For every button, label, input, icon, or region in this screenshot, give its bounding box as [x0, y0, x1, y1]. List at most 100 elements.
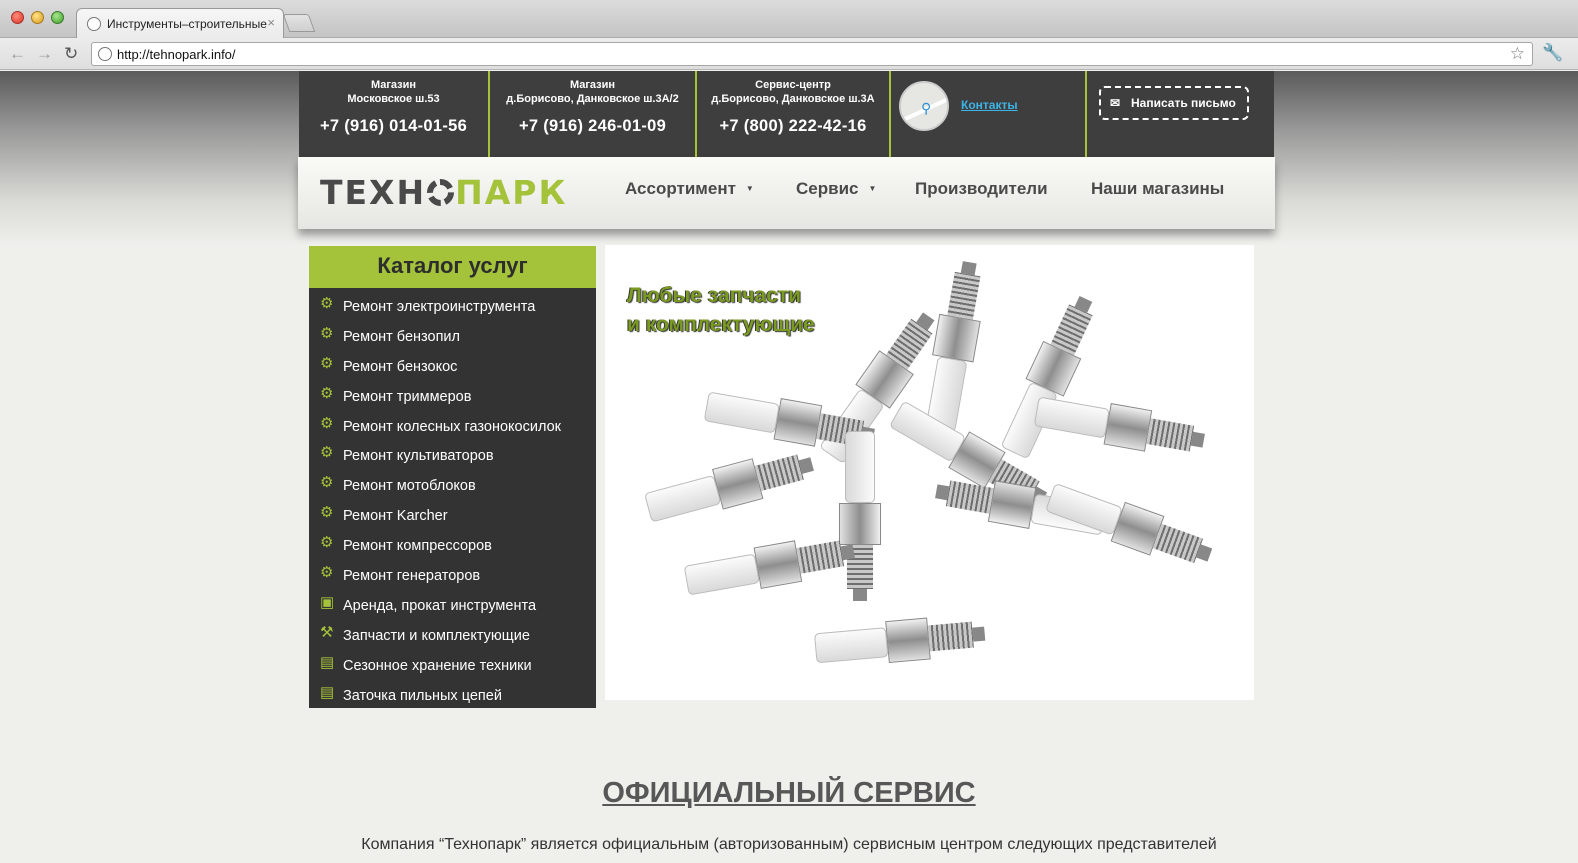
- back-arrow-icon[interactable]: ←: [9, 44, 26, 64]
- lock-icon: ▤: [320, 653, 335, 671]
- nav-assortment[interactable]: Ассортимент ▼: [625, 179, 754, 199]
- contact-bar: Магазин Московское ш.53 +7 (916) 014-01-5…: [299, 71, 1274, 157]
- spark-plug-image: [813, 613, 986, 670]
- nav-label: Наши магазины: [1091, 179, 1225, 198]
- new-tab-button[interactable]: [282, 14, 316, 32]
- main-navbar: ТЕХН ПАРК Ассортимент ▼ Сервис ▼ Производит…: [298, 157, 1275, 229]
- write-letter-label: Написать письмо: [1131, 96, 1236, 110]
- address-bar[interactable]: http://tehnopark.info/ ☆: [91, 42, 1533, 66]
- logo-text-part1: ТЕХН: [320, 173, 427, 212]
- globe-icon: [87, 17, 101, 31]
- catalog-item-label: Ремонт генераторов: [343, 568, 481, 585]
- parts-icon: ⚒: [320, 623, 334, 641]
- catalog-item-label: Ремонт триммеров: [343, 388, 472, 405]
- store-contact-1: Магазин Московское ш.53 +7 (916) 014-01-5…: [299, 71, 490, 157]
- catalog-item-label: Ремонт мотоблоков: [343, 478, 476, 495]
- catalog-item-label: Ремонт электроинструмента: [343, 299, 536, 315]
- nav-label: Ассортимент: [625, 179, 736, 198]
- catalog-item[interactable]: ⚙ Ремонт компрессоров: [309, 533, 596, 563]
- store-phone: +7 (916) 246-01-09: [518, 117, 667, 135]
- catalog-item[interactable]: ▤ Заточка пильных цепей: [309, 683, 596, 713]
- catalog-item[interactable]: ⚙ Ремонт триммеров: [309, 384, 596, 414]
- services-catalog: Каталог услуг ⚙ Ремонт электроинструмента…: [309, 246, 596, 708]
- spark-plug-image: [683, 531, 858, 602]
- spark-plug-image: [642, 444, 817, 529]
- close-window-button[interactable]: [11, 11, 24, 24]
- store-type: Сервис-центр: [755, 79, 831, 91]
- spark-plug-image: [1033, 391, 1208, 462]
- catalog-item[interactable]: ▣ Аренда, прокат инструмента: [309, 593, 596, 623]
- catalog-item-label: Ремонт Karcher: [343, 508, 448, 525]
- catalog-item[interactable]: ▤ Сезонное хранение техники: [309, 653, 596, 683]
- store-type: Магазин: [569, 79, 616, 91]
- gear-icon: ⚙: [320, 444, 334, 462]
- maximize-window-button[interactable]: [51, 11, 64, 24]
- gear-icon: ⚙: [320, 324, 334, 342]
- catalog-list: ⚙ Ремонт электроинструмента ⚙ Ремонт бензо…: [309, 288, 596, 712]
- official-service-title: ОФИЦИАЛЬНЫЙ СЕРВИС: [602, 777, 976, 809]
- web-page: Магазин Московское ш.53 +7 (916) 014-01-5…: [0, 71, 1578, 863]
- nav-manufacturers[interactable]: Производители: [915, 179, 1048, 199]
- wrench-icon[interactable]: 🔧: [1542, 43, 1563, 63]
- catalog-item[interactable]: ⚙ Ремонт электроинструмента: [309, 294, 596, 324]
- url-text[interactable]: http://tehnopark.info/: [117, 47, 236, 62]
- promo-banner[interactable]: Любые запчасти и комплектующие: [605, 245, 1254, 700]
- nav-service[interactable]: Сервис ▼: [796, 179, 876, 199]
- catalog-item-label: Ремонт бензопил: [343, 328, 460, 345]
- browser-titlebar: Инструменты–строительные ×: [0, 0, 1578, 38]
- catalog-item-label: Запчасти и комплектующие: [343, 627, 530, 644]
- write-letter-button[interactable]: ✉ Написать письмо: [1099, 86, 1249, 120]
- bookmark-star-icon[interactable]: ☆: [1510, 44, 1525, 64]
- nav-label: Производители: [915, 179, 1048, 198]
- nav-our-stores[interactable]: Наши магазины: [1091, 179, 1224, 199]
- store-phone: +7 (800) 222-42-16: [719, 117, 867, 135]
- catalog-item-label: Ремонт колесных газонокосилок: [343, 418, 561, 435]
- gear-icon: ⚙: [320, 564, 334, 582]
- catalog-item[interactable]: ⚙ Ремонт мотоблоков: [309, 473, 596, 503]
- caret-down-icon: ▼: [745, 184, 754, 193]
- gear-icon: ⚙: [320, 504, 334, 522]
- catalog-item[interactable]: ⚙ Ремонт бензопил: [309, 324, 596, 354]
- store-address: д.Борисово, Данковское ш.3А/2: [506, 93, 679, 105]
- catalog-item-label: Ремонт компрессоров: [343, 538, 492, 555]
- banner-heading: Любые запчасти и комплектующие: [627, 281, 815, 339]
- reload-icon[interactable]: ↻: [64, 44, 78, 64]
- catalog-item[interactable]: ⚒ Запчасти и комплектующие: [309, 623, 596, 653]
- catalog-title: Каталог услуг: [309, 246, 596, 288]
- service-center-contact: Сервис-центр д.Борисово, Данковское ш.3А …: [697, 71, 891, 157]
- catalog-item-label: Ремонт культиваторов: [343, 448, 494, 465]
- catalog-item[interactable]: ⚙ Ремонт Karcher: [309, 503, 596, 533]
- envelope-icon: ✉: [1110, 96, 1121, 110]
- gear-icon: ⚙: [320, 354, 334, 372]
- catalog-item-label: Аренда, прокат инструмента: [343, 597, 537, 614]
- catalog-item-label: Ремонт бензокос: [343, 358, 458, 375]
- minimize-window-button[interactable]: [31, 11, 44, 24]
- gear-logo-icon: [427, 179, 455, 206]
- store-address: д.Борисово, Данковское ш.3А: [711, 93, 875, 105]
- contacts-cell: ⚲ Контакты: [891, 71, 1087, 157]
- contacts-link[interactable]: Контакты: [961, 98, 1018, 112]
- gear-icon: ⚙: [320, 295, 334, 312]
- catalog-item[interactable]: ⚙ Ремонт культиваторов: [309, 443, 596, 473]
- toolbox-icon: ▣: [320, 593, 335, 611]
- gear-icon: ⚙: [320, 474, 334, 492]
- gear-icon: ⚙: [320, 534, 334, 552]
- catalog-item[interactable]: ⚙ Ремонт бензокос: [309, 354, 596, 384]
- map-icon[interactable]: ⚲: [899, 81, 949, 131]
- catalog-item[interactable]: ⚙ Ремонт генераторов: [309, 563, 596, 593]
- catalog-item-label: Сезонное хранение техники: [343, 657, 532, 674]
- tab-title: Инструменты–строительные: [107, 17, 267, 31]
- forward-arrow-icon[interactable]: →: [36, 44, 53, 64]
- logo-text-part2: ПАРК: [455, 173, 568, 212]
- gear-icon: ⚙: [320, 384, 334, 402]
- spark-plug-image: [839, 431, 881, 601]
- catalog-item[interactable]: ⚙ Ремонт колесных газонокосилок: [309, 414, 596, 444]
- spark-plug-image: [1043, 477, 1217, 575]
- store-contact-2: Магазин д.Борисово, Данковское ш.3А/2 +7 …: [490, 71, 697, 157]
- gear-icon: ⚙: [320, 414, 334, 432]
- store-phone: +7 (916) 014-01-56: [319, 117, 468, 135]
- site-logo[interactable]: ТЕХН ПАРК: [320, 173, 567, 212]
- caret-down-icon: ▼: [868, 184, 877, 193]
- tab-close-icon[interactable]: ×: [267, 15, 275, 30]
- browser-tab[interactable]: Инструменты–строительные ×: [76, 8, 284, 38]
